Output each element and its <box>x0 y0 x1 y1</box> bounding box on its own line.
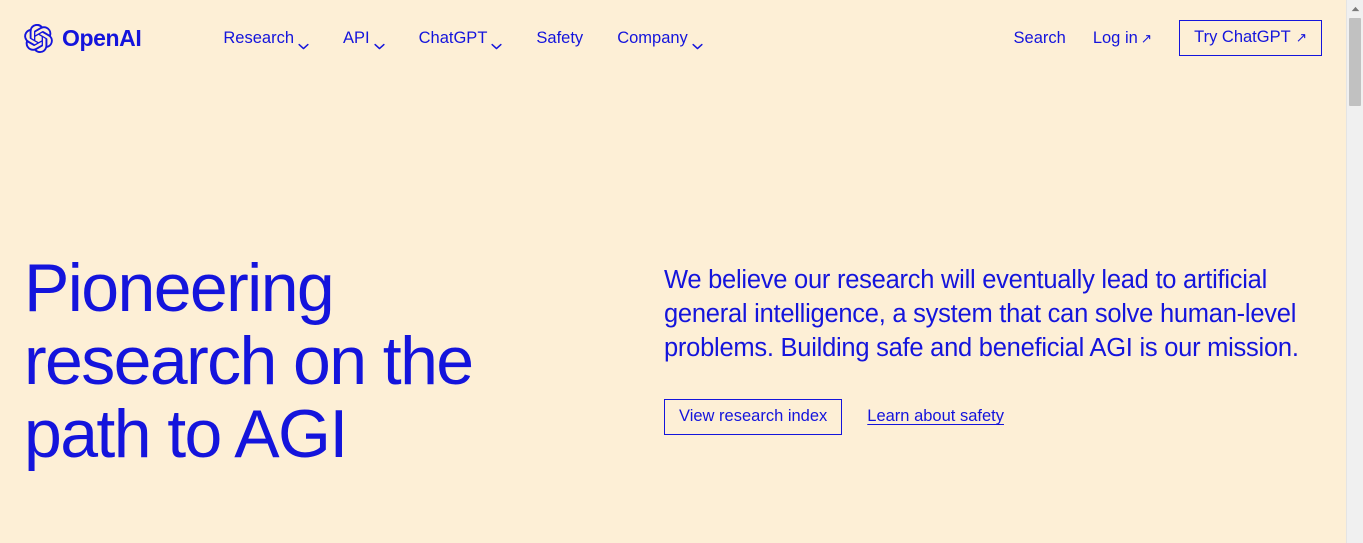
chevron-down-icon <box>491 36 503 49</box>
learn-about-safety-label: Learn about safety <box>867 407 1004 426</box>
hero-content: We believe our research will eventually … <box>664 252 1312 435</box>
hero-description: We believe our research will eventually … <box>664 266 1299 362</box>
scrollbar-thumb[interactable] <box>1349 18 1361 106</box>
nav-item-label: API <box>343 28 370 47</box>
scroll-up-arrow-icon[interactable] <box>1347 0 1363 17</box>
openai-logo-link[interactable]: OpenAI <box>24 23 142 53</box>
page-root: OpenAI Research API ChatGPT Safety Compa… <box>0 0 1346 543</box>
nav-item-chatgpt[interactable]: ChatGPT <box>418 28 503 49</box>
view-research-index-button[interactable]: View research index <box>664 398 843 435</box>
nav-item-label: ChatGPT <box>418 28 488 47</box>
site-header: OpenAI Research API ChatGPT Safety Compa… <box>0 0 1346 76</box>
external-link-arrow-icon: ↗ <box>1140 30 1153 46</box>
chevron-down-icon <box>298 36 309 49</box>
nav-item-label: Research <box>223 28 295 47</box>
main-navigation: Research API ChatGPT Safety Company <box>223 28 703 49</box>
header-actions: Search Log in ↗ Try ChatGPT ↗ <box>1014 20 1322 56</box>
openai-blossom-icon <box>24 23 53 53</box>
search-button[interactable]: Search <box>1014 29 1066 48</box>
hero-section: Pioneering research on the path to AGI W… <box>24 252 1322 470</box>
nav-item-safety[interactable]: Safety <box>536 29 583 48</box>
nav-item-api[interactable]: API <box>343 28 385 49</box>
chevron-down-icon <box>374 36 385 49</box>
login-label: Log in <box>1092 28 1138 47</box>
vertical-scrollbar[interactable] <box>1346 0 1363 543</box>
nav-item-research[interactable]: Research <box>223 28 309 49</box>
learn-about-safety-link[interactable]: Learn about safety <box>867 407 1004 426</box>
chevron-down-icon <box>692 36 703 49</box>
search-label: Search <box>1013 28 1066 47</box>
try-chatgpt-button[interactable]: Try ChatGPT ↗ <box>1179 20 1322 56</box>
page-title: Pioneering research on the path to AGI <box>24 250 474 472</box>
hero-actions: View research index Learn about safety <box>664 398 1312 435</box>
nav-item-company[interactable]: Company <box>617 28 703 49</box>
nav-item-label: Company <box>617 28 688 47</box>
try-chatgpt-label: Try ChatGPT <box>1194 28 1291 47</box>
brand-name: OpenAI <box>62 24 142 51</box>
nav-item-label: Safety <box>536 28 584 47</box>
view-research-index-label: View research index <box>679 406 828 425</box>
login-link[interactable]: Log in ↗ <box>1093 29 1152 48</box>
external-link-arrow-icon: ↗ <box>1295 30 1307 46</box>
